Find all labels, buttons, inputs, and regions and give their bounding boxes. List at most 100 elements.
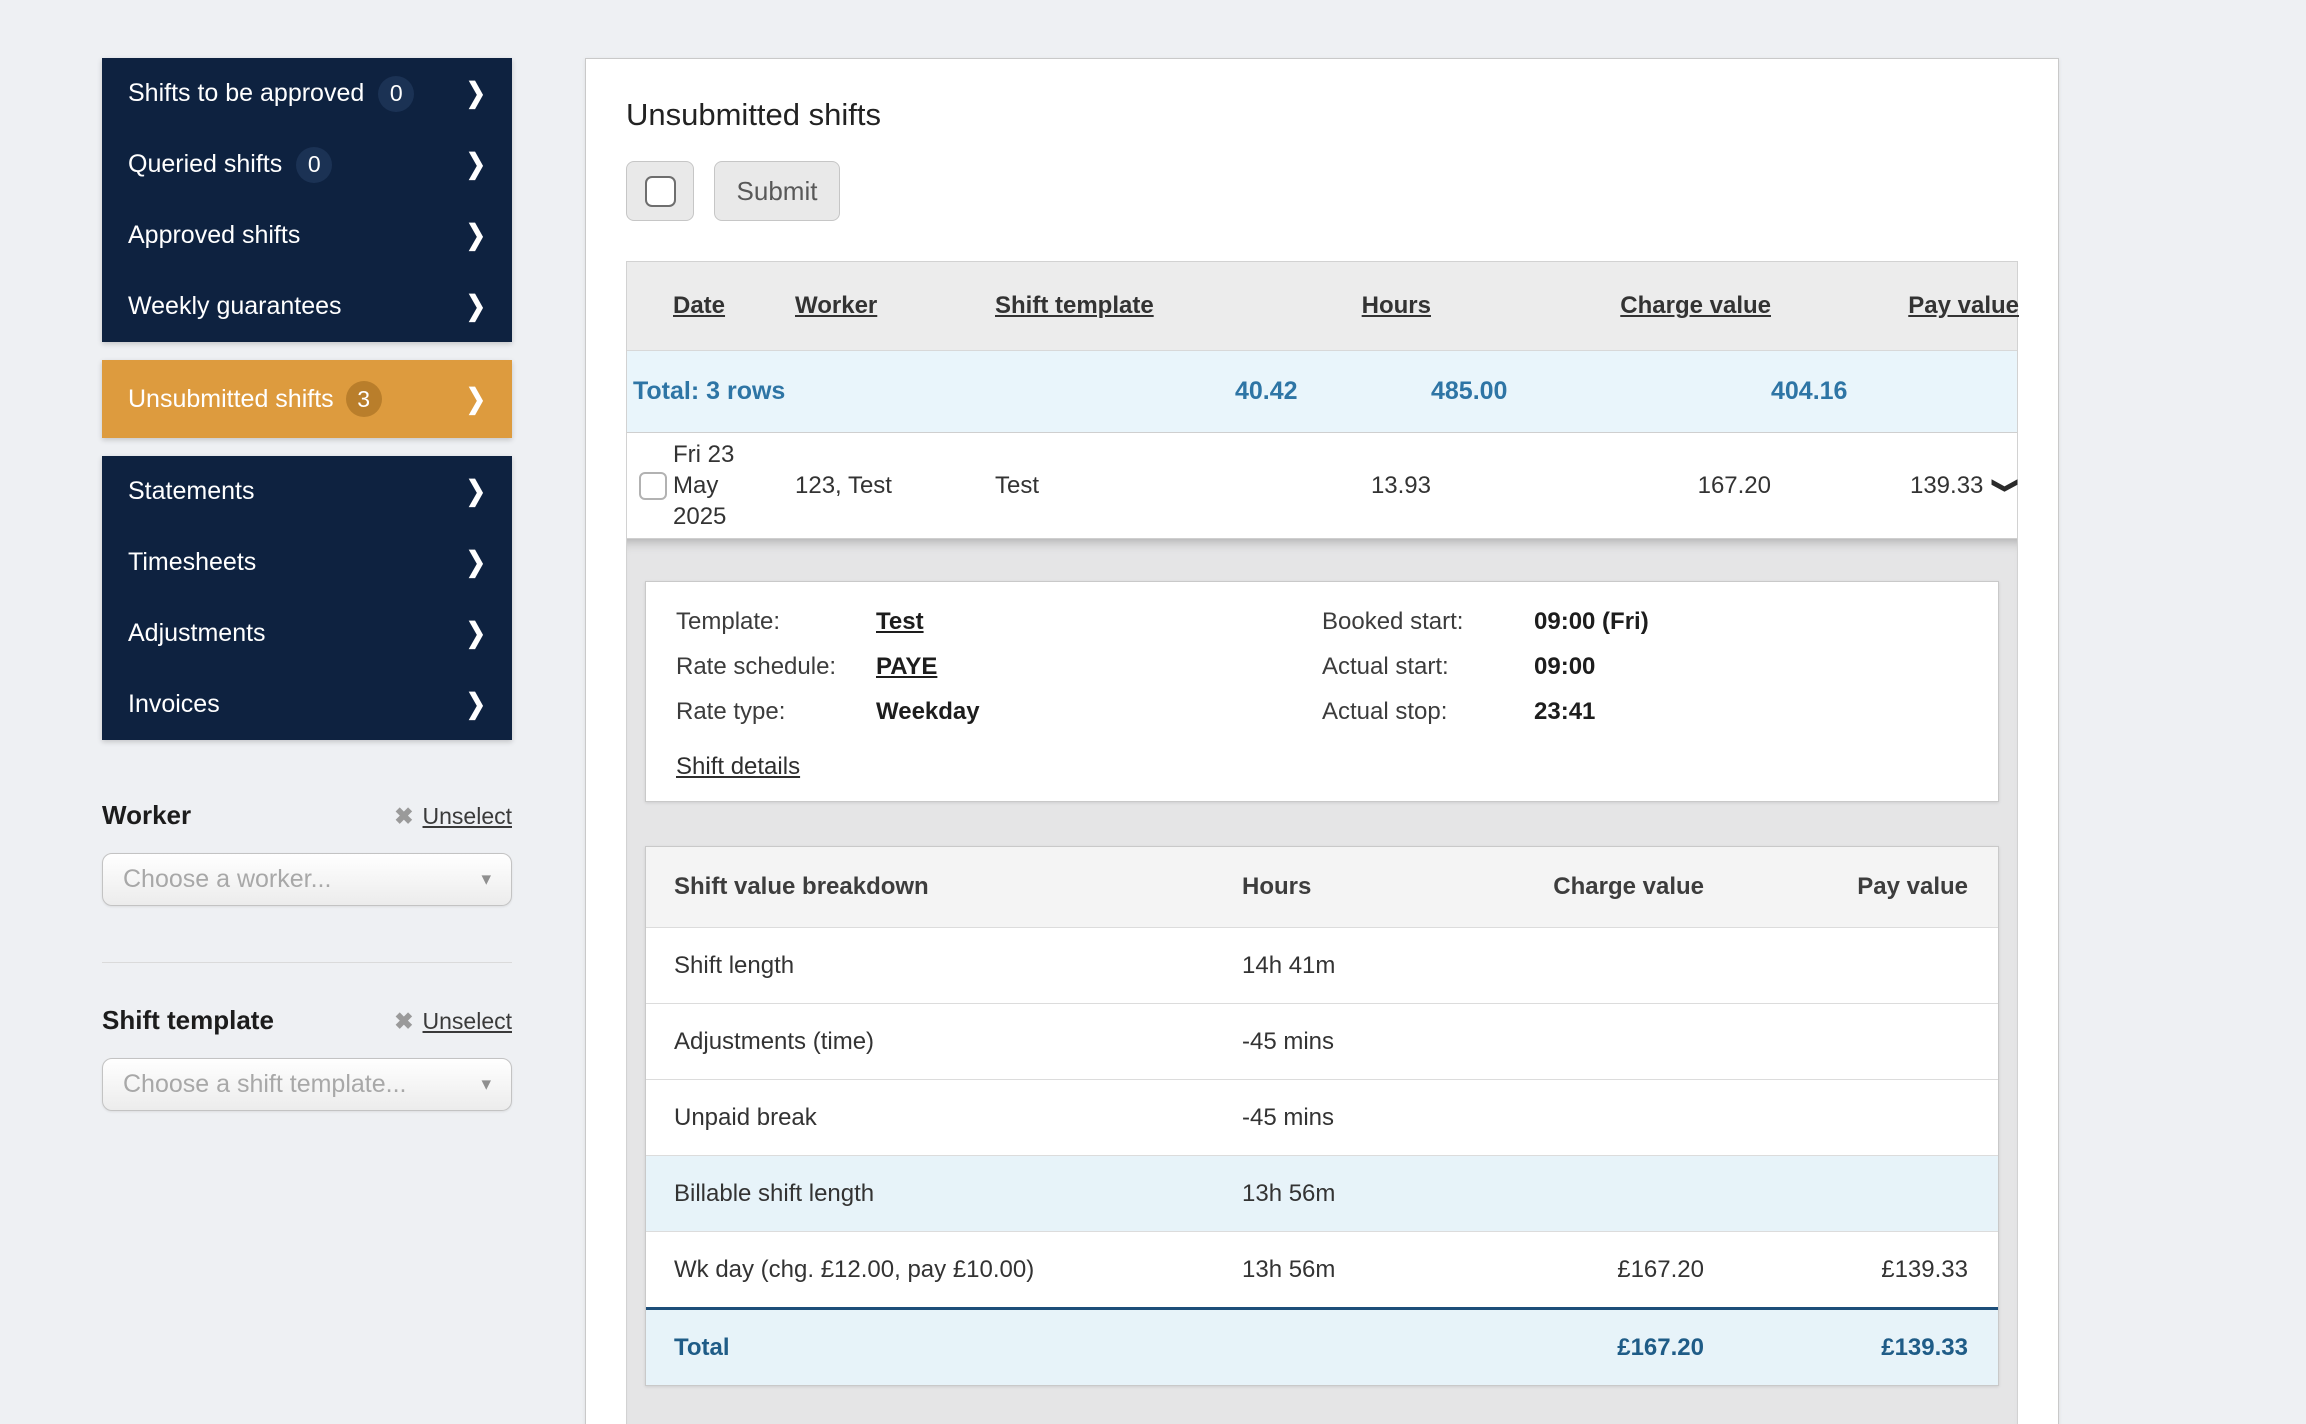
breakdown-row-hours: -45 mins bbox=[1242, 1027, 1335, 1055]
breakdown-title: Shift value breakdown bbox=[674, 873, 929, 900]
dropdown-caret-icon: ▾ bbox=[481, 1074, 491, 1095]
select-all-checkbox-button[interactable] bbox=[626, 161, 694, 221]
shift-value-breakdown-card: Shift value breakdown Hours Charge value… bbox=[645, 846, 1999, 1386]
chevron-right-icon: ❯ bbox=[465, 290, 486, 323]
sidebar-item-timesheets[interactable]: Timesheets ❯ bbox=[102, 527, 512, 598]
breakdown-row-label: Billable shift length bbox=[674, 1179, 875, 1207]
breakdown-row-hours: -45 mins bbox=[1242, 1103, 1335, 1131]
sidebar-item-label: Invoices bbox=[128, 690, 220, 718]
booked-start-label: Booked start: bbox=[1322, 608, 1464, 635]
sidebar-item-label: Approved shifts bbox=[128, 221, 301, 249]
sidebar-item-label: Adjustments bbox=[128, 619, 266, 647]
actual-stop-value: 23:41 bbox=[1534, 698, 1596, 725]
worker-select-placeholder: Choose a worker... bbox=[123, 865, 332, 893]
sidebar-item-label: Unsubmitted shifts bbox=[128, 384, 334, 413]
select-all-checkbox[interactable] bbox=[644, 175, 676, 207]
expanded-shift-detail: Template: Test Rate schedule: PAYE Rate … bbox=[627, 538, 2017, 1424]
shift-row[interactable]: Fri 23 May 2025 123, Test Test 13.93 167.2… bbox=[627, 432, 2020, 538]
sidebar-item-invoices[interactable]: Invoices ❯ bbox=[102, 669, 512, 740]
sort-date-header[interactable]: Date bbox=[673, 262, 795, 350]
chevron-right-icon: ❯ bbox=[465, 475, 486, 508]
rate-type-label: Rate type: bbox=[676, 698, 786, 725]
breakdown-row-pay: £139.33 bbox=[1881, 1255, 1968, 1283]
chevron-right-icon: ❯ bbox=[465, 546, 486, 579]
sort-hours-header[interactable]: Hours bbox=[1235, 262, 1431, 350]
toolbar: Submit bbox=[626, 161, 2018, 221]
chevron-right-icon: ❯ bbox=[465, 383, 486, 415]
unselect-label: Unselect bbox=[422, 803, 512, 829]
template-label: Template: bbox=[676, 608, 781, 635]
breakdown-total-pay: £139.33 bbox=[1881, 1333, 1968, 1361]
breakdown-row-adjustments: Adjustments (time) -45 mins bbox=[646, 1003, 1998, 1079]
sidebar-item-label: Timesheets bbox=[128, 548, 257, 576]
breakdown-total-row: Total £167.20 £139.33 bbox=[646, 1307, 1998, 1385]
totals-row: Total: 3 rows 40.42 485.00 404.16 bbox=[627, 350, 2017, 432]
shift-worker: 123, Test bbox=[795, 471, 892, 499]
page-title: Unsubmitted shifts bbox=[626, 97, 881, 132]
shift-template-unselect-link[interactable]: ✖ Unselect bbox=[394, 1008, 512, 1035]
unselect-label: Unselect bbox=[422, 1008, 512, 1034]
sidebar-item-label: Statements bbox=[128, 477, 255, 505]
template-link[interactable]: Test bbox=[876, 608, 924, 636]
breakdown-row-wk-day-rate: Wk day (chg. £12.00, pay £10.00) 13h 56m… bbox=[646, 1231, 1998, 1307]
rate-schedule-label: Rate schedule: bbox=[676, 653, 837, 680]
sidebar: Shifts to be approved 0 ❯ Queried shifts… bbox=[102, 58, 512, 740]
row-checkbox[interactable] bbox=[639, 471, 667, 500]
sidebar-item-unsubmitted-shifts-active[interactable]: Unsubmitted shifts 3 ❯ bbox=[102, 360, 512, 438]
breakdown-pay-header: Pay value bbox=[1857, 873, 1968, 900]
worker-select[interactable]: Choose a worker... ▾ bbox=[102, 853, 512, 906]
totals-hours: 40.42 bbox=[1235, 377, 1298, 405]
sidebar-item-label: Queried shifts bbox=[128, 150, 283, 178]
shift-template-select[interactable]: Choose a shift template... ▾ bbox=[102, 1058, 512, 1111]
sort-pay-value-header[interactable]: Pay value bbox=[1771, 262, 2019, 350]
breakdown-row-hours: 13h 56m bbox=[1242, 1179, 1336, 1207]
sidebar-item-shifts-to-be-approved[interactable]: Shifts to be approved 0 ❯ bbox=[102, 58, 512, 129]
actual-start-label: Actual start: bbox=[1322, 653, 1449, 680]
breakdown-hours-header: Hours bbox=[1242, 873, 1312, 900]
breakdown-header: Shift value breakdown Hours Charge value… bbox=[646, 847, 1998, 927]
breakdown-charge-header: Charge value bbox=[1553, 873, 1704, 900]
shifts-table: Date Worker Shift template Hours Charge … bbox=[626, 261, 2020, 1424]
sidebar-group-approvals: Shifts to be approved 0 ❯ Queried shifts… bbox=[102, 58, 512, 342]
shift-charge-value: 167.20 bbox=[1697, 471, 1771, 499]
chevron-right-icon: ❯ bbox=[465, 688, 486, 721]
breakdown-row-label: Shift length bbox=[674, 951, 795, 979]
x-icon: ✖ bbox=[394, 1008, 414, 1034]
actual-stop-label: Actual stop: bbox=[1322, 698, 1448, 725]
breakdown-row-label: Wk day (chg. £12.00, pay £10.00) bbox=[674, 1255, 1035, 1283]
worker-unselect-link[interactable]: ✖ Unselect bbox=[394, 803, 512, 830]
shift-template-select-placeholder: Choose a shift template... bbox=[123, 1070, 407, 1098]
breakdown-total-label: Total bbox=[674, 1333, 730, 1361]
sidebar-item-approved-shifts[interactable]: Approved shifts ❯ bbox=[102, 200, 512, 271]
chevron-right-icon: ❯ bbox=[465, 617, 486, 650]
sort-shift-template-header[interactable]: Shift template bbox=[995, 262, 1235, 350]
detail-left-column: Template: Test Rate schedule: PAYE Rate … bbox=[676, 608, 1322, 781]
shift-template-filter-label: Shift template bbox=[102, 1005, 274, 1035]
rate-schedule-link[interactable]: PAYE bbox=[876, 653, 937, 681]
chevron-down-icon[interactable]: ❯ bbox=[1991, 477, 2021, 495]
sidebar-item-statements[interactable]: Statements ❯ bbox=[102, 456, 512, 527]
sidebar-item-label: Shifts to be approved bbox=[128, 79, 365, 107]
sort-charge-value-header[interactable]: Charge value bbox=[1431, 262, 1771, 350]
shift-hours: 13.93 bbox=[1370, 471, 1431, 499]
breakdown-row-unpaid-break: Unpaid break -45 mins bbox=[646, 1079, 1998, 1155]
count-badge: 3 bbox=[345, 381, 382, 417]
submit-button[interactable]: Submit bbox=[714, 161, 840, 221]
shift-details-link[interactable]: Shift details bbox=[676, 753, 800, 781]
breakdown-row-shift-length: Shift length 14h 41m bbox=[646, 927, 1998, 1003]
sidebar-item-label: Weekly guarantees bbox=[128, 292, 342, 320]
booked-start-value: 09:00 (Fri) bbox=[1534, 608, 1649, 635]
actual-start-value: 09:00 bbox=[1534, 653, 1596, 680]
worker-filter-label: Worker bbox=[102, 800, 192, 830]
sidebar-item-adjustments[interactable]: Adjustments ❯ bbox=[102, 598, 512, 669]
sort-worker-header[interactable]: Worker bbox=[795, 262, 995, 350]
count-badge: 0 bbox=[378, 75, 415, 112]
shift-date: Fri 23 May 2025 bbox=[673, 441, 735, 530]
main-panel: Unsubmitted shifts Submit Date Worker Sh… bbox=[585, 58, 2059, 1424]
sidebar-item-queried-shifts[interactable]: Queried shifts 0 ❯ bbox=[102, 129, 512, 200]
filter-divider bbox=[102, 962, 512, 963]
breakdown-total-charge: £167.20 bbox=[1617, 1333, 1704, 1361]
sidebar-item-weekly-guarantees[interactable]: Weekly guarantees ❯ bbox=[102, 271, 512, 342]
shift-template-name: Test bbox=[995, 471, 1040, 499]
shift-detail-card: Template: Test Rate schedule: PAYE Rate … bbox=[645, 581, 1999, 802]
